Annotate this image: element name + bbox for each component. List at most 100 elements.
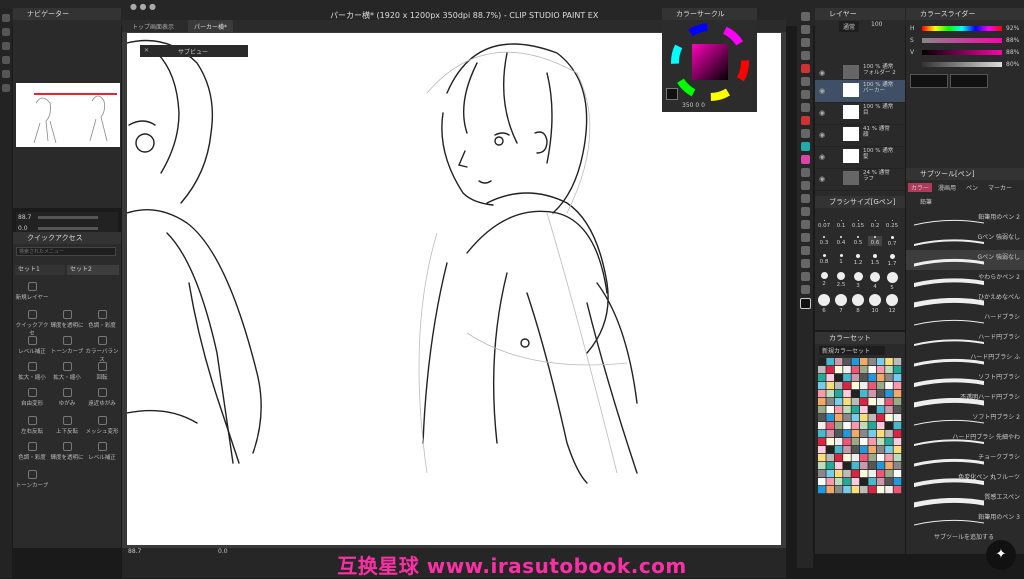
qa-item[interactable]: トーンカーブ [50, 336, 84, 355]
color-swatch[interactable] [843, 462, 851, 470]
color-swatch[interactable] [893, 406, 902, 414]
color-swatch[interactable] [843, 406, 851, 414]
brush-size-preset[interactable]: 4 [868, 272, 882, 290]
color-swatch[interactable] [885, 446, 893, 454]
subtool-item[interactable]: ソフト円ブラシ [906, 370, 1024, 390]
color-swatch[interactable] [868, 478, 876, 486]
color-swatch[interactable] [818, 454, 826, 462]
color-swatch[interactable] [876, 366, 885, 374]
color-swatch[interactable] [851, 454, 860, 462]
move-tool-icon[interactable] [800, 25, 810, 34]
color-swatch[interactable] [868, 462, 876, 470]
color-swatch[interactable] [885, 390, 893, 398]
sub-color-chip[interactable] [950, 74, 988, 88]
qa-item[interactable]: 拡大・縮小 [15, 362, 49, 381]
color-swatch-icon[interactable] [799, 298, 811, 309]
color-swatch[interactable] [876, 470, 885, 478]
color-swatch[interactable] [851, 366, 860, 374]
color-swatch[interactable] [876, 462, 885, 470]
color-swatch[interactable] [868, 374, 876, 382]
color-swatch[interactable] [885, 422, 893, 430]
color-swatch[interactable] [818, 422, 826, 430]
color-swatch[interactable] [876, 398, 885, 406]
opacity-track[interactable] [922, 62, 1002, 67]
main-color-chip[interactable] [910, 74, 948, 88]
color-swatch[interactable] [843, 430, 851, 438]
color-swatch[interactable] [851, 470, 860, 478]
color-swatch[interactable] [893, 366, 902, 374]
eye-icon[interactable]: ◉ [819, 175, 825, 183]
color-swatch[interactable] [876, 358, 885, 366]
zoom-icon[interactable] [2, 14, 10, 22]
color-swatch[interactable] [876, 446, 885, 454]
qa-item[interactable]: 回転 [85, 362, 119, 381]
color-swatch[interactable] [851, 478, 860, 486]
color-swatch[interactable] [893, 486, 902, 494]
qa-new-layer[interactable]: 新規レイヤー [15, 282, 49, 301]
brush-size-preset[interactable]: 0.1 [834, 220, 848, 229]
color-swatch[interactable] [843, 366, 851, 374]
color-swatch[interactable] [860, 406, 868, 414]
color-swatch[interactable] [860, 422, 868, 430]
color-swatch[interactable] [860, 358, 868, 366]
color-swatch[interactable] [868, 438, 876, 446]
saturation-slider-row[interactable]: S 88% [910, 36, 1022, 46]
text-tool-icon[interactable] [800, 194, 810, 203]
color-swatch[interactable] [876, 430, 885, 438]
color-swatch[interactable] [851, 446, 860, 454]
color-swatch[interactable] [826, 414, 834, 422]
color-swatch[interactable] [834, 414, 843, 422]
qa-item[interactable]: ゆがみ [50, 388, 84, 407]
color-swatch[interactable] [851, 374, 860, 382]
brush-size-preset[interactable]: 0.07 [817, 220, 831, 229]
color-swatch[interactable] [834, 406, 843, 414]
color-swatch[interactable] [885, 366, 893, 374]
color-swatch[interactable] [860, 374, 868, 382]
brush-size-preset-selected[interactable]: 0.6 [868, 236, 882, 246]
brush-tool-icon[interactable] [800, 116, 810, 125]
color-swatch[interactable] [826, 462, 834, 470]
color-swatch[interactable] [851, 462, 860, 470]
qa-item[interactable]: 左右反転 [15, 416, 49, 435]
tab-manga[interactable]: 漫画用 [938, 183, 956, 192]
hue-ring[interactable] [670, 22, 750, 102]
color-swatch[interactable] [860, 462, 868, 470]
color-swatch[interactable] [826, 358, 834, 366]
eye-icon[interactable]: ◉ [819, 109, 825, 117]
color-swatch[interactable] [818, 438, 826, 446]
color-swatch[interactable] [876, 414, 885, 422]
color-swatch[interactable] [818, 382, 826, 390]
color-swatch[interactable] [818, 366, 826, 374]
saturation-track[interactable] [922, 38, 1002, 43]
qa-item[interactable]: 遠近ゆがみ [85, 388, 119, 407]
color-swatch[interactable] [893, 382, 902, 390]
color-swatch[interactable] [843, 390, 851, 398]
eye-icon[interactable]: ◉ [819, 69, 825, 77]
color-swatch[interactable] [834, 486, 843, 494]
color-swatch[interactable] [826, 454, 834, 462]
color-swatch[interactable] [843, 358, 851, 366]
color-swatch[interactable] [826, 406, 834, 414]
color-swatch[interactable] [893, 462, 902, 470]
tab-top-screen[interactable]: トップ画面表示 [132, 22, 174, 31]
color-swatch[interactable] [826, 374, 834, 382]
tab-hoodie-document[interactable]: パーカー横* [188, 20, 234, 33]
color-swatch[interactable] [876, 438, 885, 446]
subtool-item[interactable]: Gペン 強弱なし [906, 230, 1024, 250]
rotate-tool-icon[interactable] [800, 259, 810, 268]
object-tool-icon[interactable] [800, 272, 810, 281]
color-swatch-grid[interactable] [818, 358, 902, 494]
hand-tool-icon[interactable] [800, 246, 810, 255]
color-swatch[interactable] [843, 470, 851, 478]
color-swatch[interactable] [826, 398, 834, 406]
subtool-item[interactable]: ひかえめなぺん [906, 290, 1024, 310]
ruler-icon[interactable] [800, 233, 810, 242]
layer-row[interactable]: ◉ 100 % 通常髪 [815, 146, 905, 169]
select-tool-icon[interactable] [800, 38, 810, 47]
layer-row[interactable]: ◉ 24 % 通常 ラフ [815, 168, 905, 191]
tab-pen[interactable]: ペン [966, 183, 978, 192]
color-swatch[interactable] [834, 398, 843, 406]
value-slider-row[interactable]: V 88% [910, 48, 1022, 58]
color-swatch[interactable] [851, 486, 860, 494]
qa-item[interactable]: カラーバランス [85, 336, 119, 363]
